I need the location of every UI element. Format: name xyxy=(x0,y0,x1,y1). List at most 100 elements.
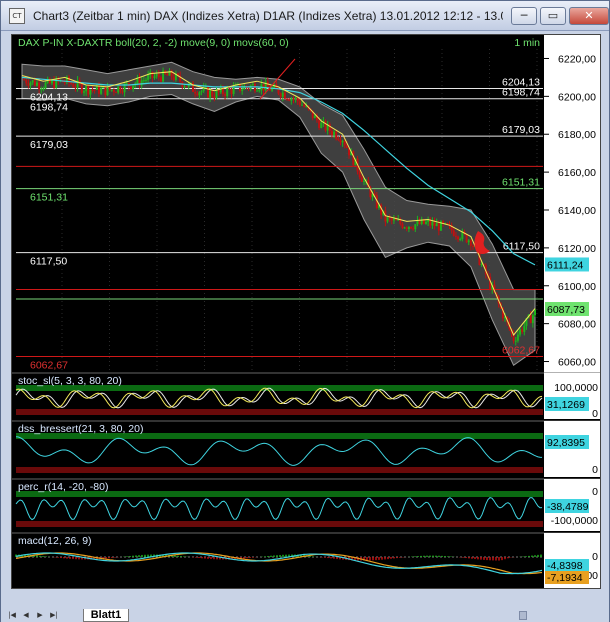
candle-body xyxy=(534,309,536,316)
candle-body xyxy=(424,221,427,224)
candle-body xyxy=(523,325,526,332)
candle-body xyxy=(333,131,336,136)
perc-badge-label: -38,4789 xyxy=(547,501,589,513)
candle-body xyxy=(153,76,156,78)
candle-body xyxy=(251,83,254,86)
candle-body xyxy=(467,240,470,243)
candle-body xyxy=(292,98,295,100)
level-label-right: 6062,67 xyxy=(502,344,540,356)
candle-body xyxy=(412,228,415,230)
candle-body xyxy=(157,73,160,78)
candle-body xyxy=(172,76,175,80)
next-sheet-icon[interactable]: ▶ xyxy=(35,610,45,621)
candle-body xyxy=(516,334,519,341)
perc-panel-lower-band xyxy=(16,521,543,527)
candle-body xyxy=(230,89,233,94)
stoc-badge-label: 31,1269 xyxy=(547,399,585,411)
candle-body xyxy=(44,82,47,89)
level-label-right: 6198,74 xyxy=(502,87,540,99)
candle-body xyxy=(72,84,75,88)
candle-body xyxy=(42,88,45,90)
candle-body xyxy=(531,315,534,324)
dss-y-tick: 0 xyxy=(592,464,598,476)
candle-body xyxy=(93,89,96,91)
candle-body xyxy=(142,80,145,82)
prev-sheet-icon[interactable]: ◀ xyxy=(21,610,31,621)
restore-button[interactable]: ▭ xyxy=(540,7,566,25)
candle-body xyxy=(117,86,120,93)
close-button[interactable]: ✕ xyxy=(569,7,609,25)
candle-body xyxy=(87,86,90,95)
first-sheet-icon[interactable]: |◀ xyxy=(7,610,17,621)
candle-body xyxy=(469,240,472,246)
chart-area[interactable]: 6204,13 6204,13 6198,74 6198,74 6179,03 6179,… xyxy=(11,34,601,589)
macd-signal-badge-label: -7,1934 xyxy=(547,572,583,584)
macd-y-tick: 0 xyxy=(592,551,598,563)
candle-body xyxy=(119,86,122,92)
chart-canvas[interactable]: 6204,136204,136198,746198,746179,036179,… xyxy=(12,35,600,588)
stoc-y-tick: 0 xyxy=(592,408,598,420)
candle-body xyxy=(155,73,158,77)
candle-body xyxy=(74,87,77,89)
candle-body xyxy=(457,236,460,240)
candle-body xyxy=(472,245,475,247)
y-tick-label: 6080,00 xyxy=(558,319,596,331)
macd-badge-label: -4,8398 xyxy=(547,560,583,572)
candle-body xyxy=(108,86,111,91)
stoc-panel-legend: stoc_sl(5, 3, 3, 80, 20) xyxy=(18,375,122,387)
chart-app-icon[interactable]: CT xyxy=(9,8,25,24)
level-label-left: 6151,31 xyxy=(30,192,68,204)
candle-body xyxy=(35,82,38,86)
candle-body xyxy=(437,223,440,231)
candle-body xyxy=(514,340,517,342)
candle-body xyxy=(115,92,118,94)
candle-body xyxy=(401,223,404,229)
candle-body xyxy=(27,83,30,86)
candle-body xyxy=(23,79,26,81)
candle-body xyxy=(104,86,107,96)
candle-body xyxy=(339,140,342,143)
sheet-tab-blatt1[interactable]: Blatt1 xyxy=(83,609,129,622)
candle-body xyxy=(185,86,188,88)
candle-body xyxy=(386,217,389,222)
candle-body xyxy=(358,171,361,178)
level-label-right: 6179,03 xyxy=(502,124,540,136)
candle-body xyxy=(132,85,135,89)
candle-body xyxy=(40,88,43,90)
horizontal-scroll-thumb[interactable] xyxy=(519,611,527,620)
candle-body xyxy=(335,131,338,139)
candle-body xyxy=(38,82,41,89)
candle-body xyxy=(140,80,143,86)
candle-body xyxy=(168,70,171,76)
level-label-right: 6151,31 xyxy=(502,177,540,189)
minimize-button[interactable]: ─ xyxy=(511,7,537,25)
price-badge-label: 6087,73 xyxy=(547,304,585,316)
last-sheet-icon[interactable]: ▶| xyxy=(49,610,59,621)
title-bar[interactable]: CT Chart3 (Zeitbar 1 min) DAX (Indizes X… xyxy=(1,1,609,31)
candle-body xyxy=(410,226,413,229)
candle-body xyxy=(194,91,197,94)
candle-body xyxy=(330,131,333,136)
candle-body xyxy=(360,177,363,182)
dss-panel-legend: dss_bressert(21, 3, 80, 20) xyxy=(18,423,143,435)
candle-body xyxy=(85,86,88,92)
candle-body xyxy=(198,92,201,96)
candle-body xyxy=(209,90,212,98)
candle-body xyxy=(345,145,348,148)
candle-body xyxy=(159,77,162,82)
candle-body xyxy=(50,80,53,84)
candle-body xyxy=(405,227,408,229)
candle-body xyxy=(403,227,406,229)
candle-body xyxy=(63,82,66,84)
y-tick-label: 6200,00 xyxy=(558,91,596,103)
candle-body xyxy=(294,97,297,100)
candle-body xyxy=(200,91,203,93)
candle-body xyxy=(224,94,227,96)
candle-body xyxy=(213,96,216,99)
candle-body xyxy=(341,140,344,143)
candle-body xyxy=(320,122,323,128)
main-legend: DAX P-IN X-DAXTR boll(20, 2, -2) move(9,… xyxy=(18,37,289,49)
candle-body xyxy=(519,329,522,335)
candle-body xyxy=(328,124,331,132)
candle-body xyxy=(256,90,259,92)
